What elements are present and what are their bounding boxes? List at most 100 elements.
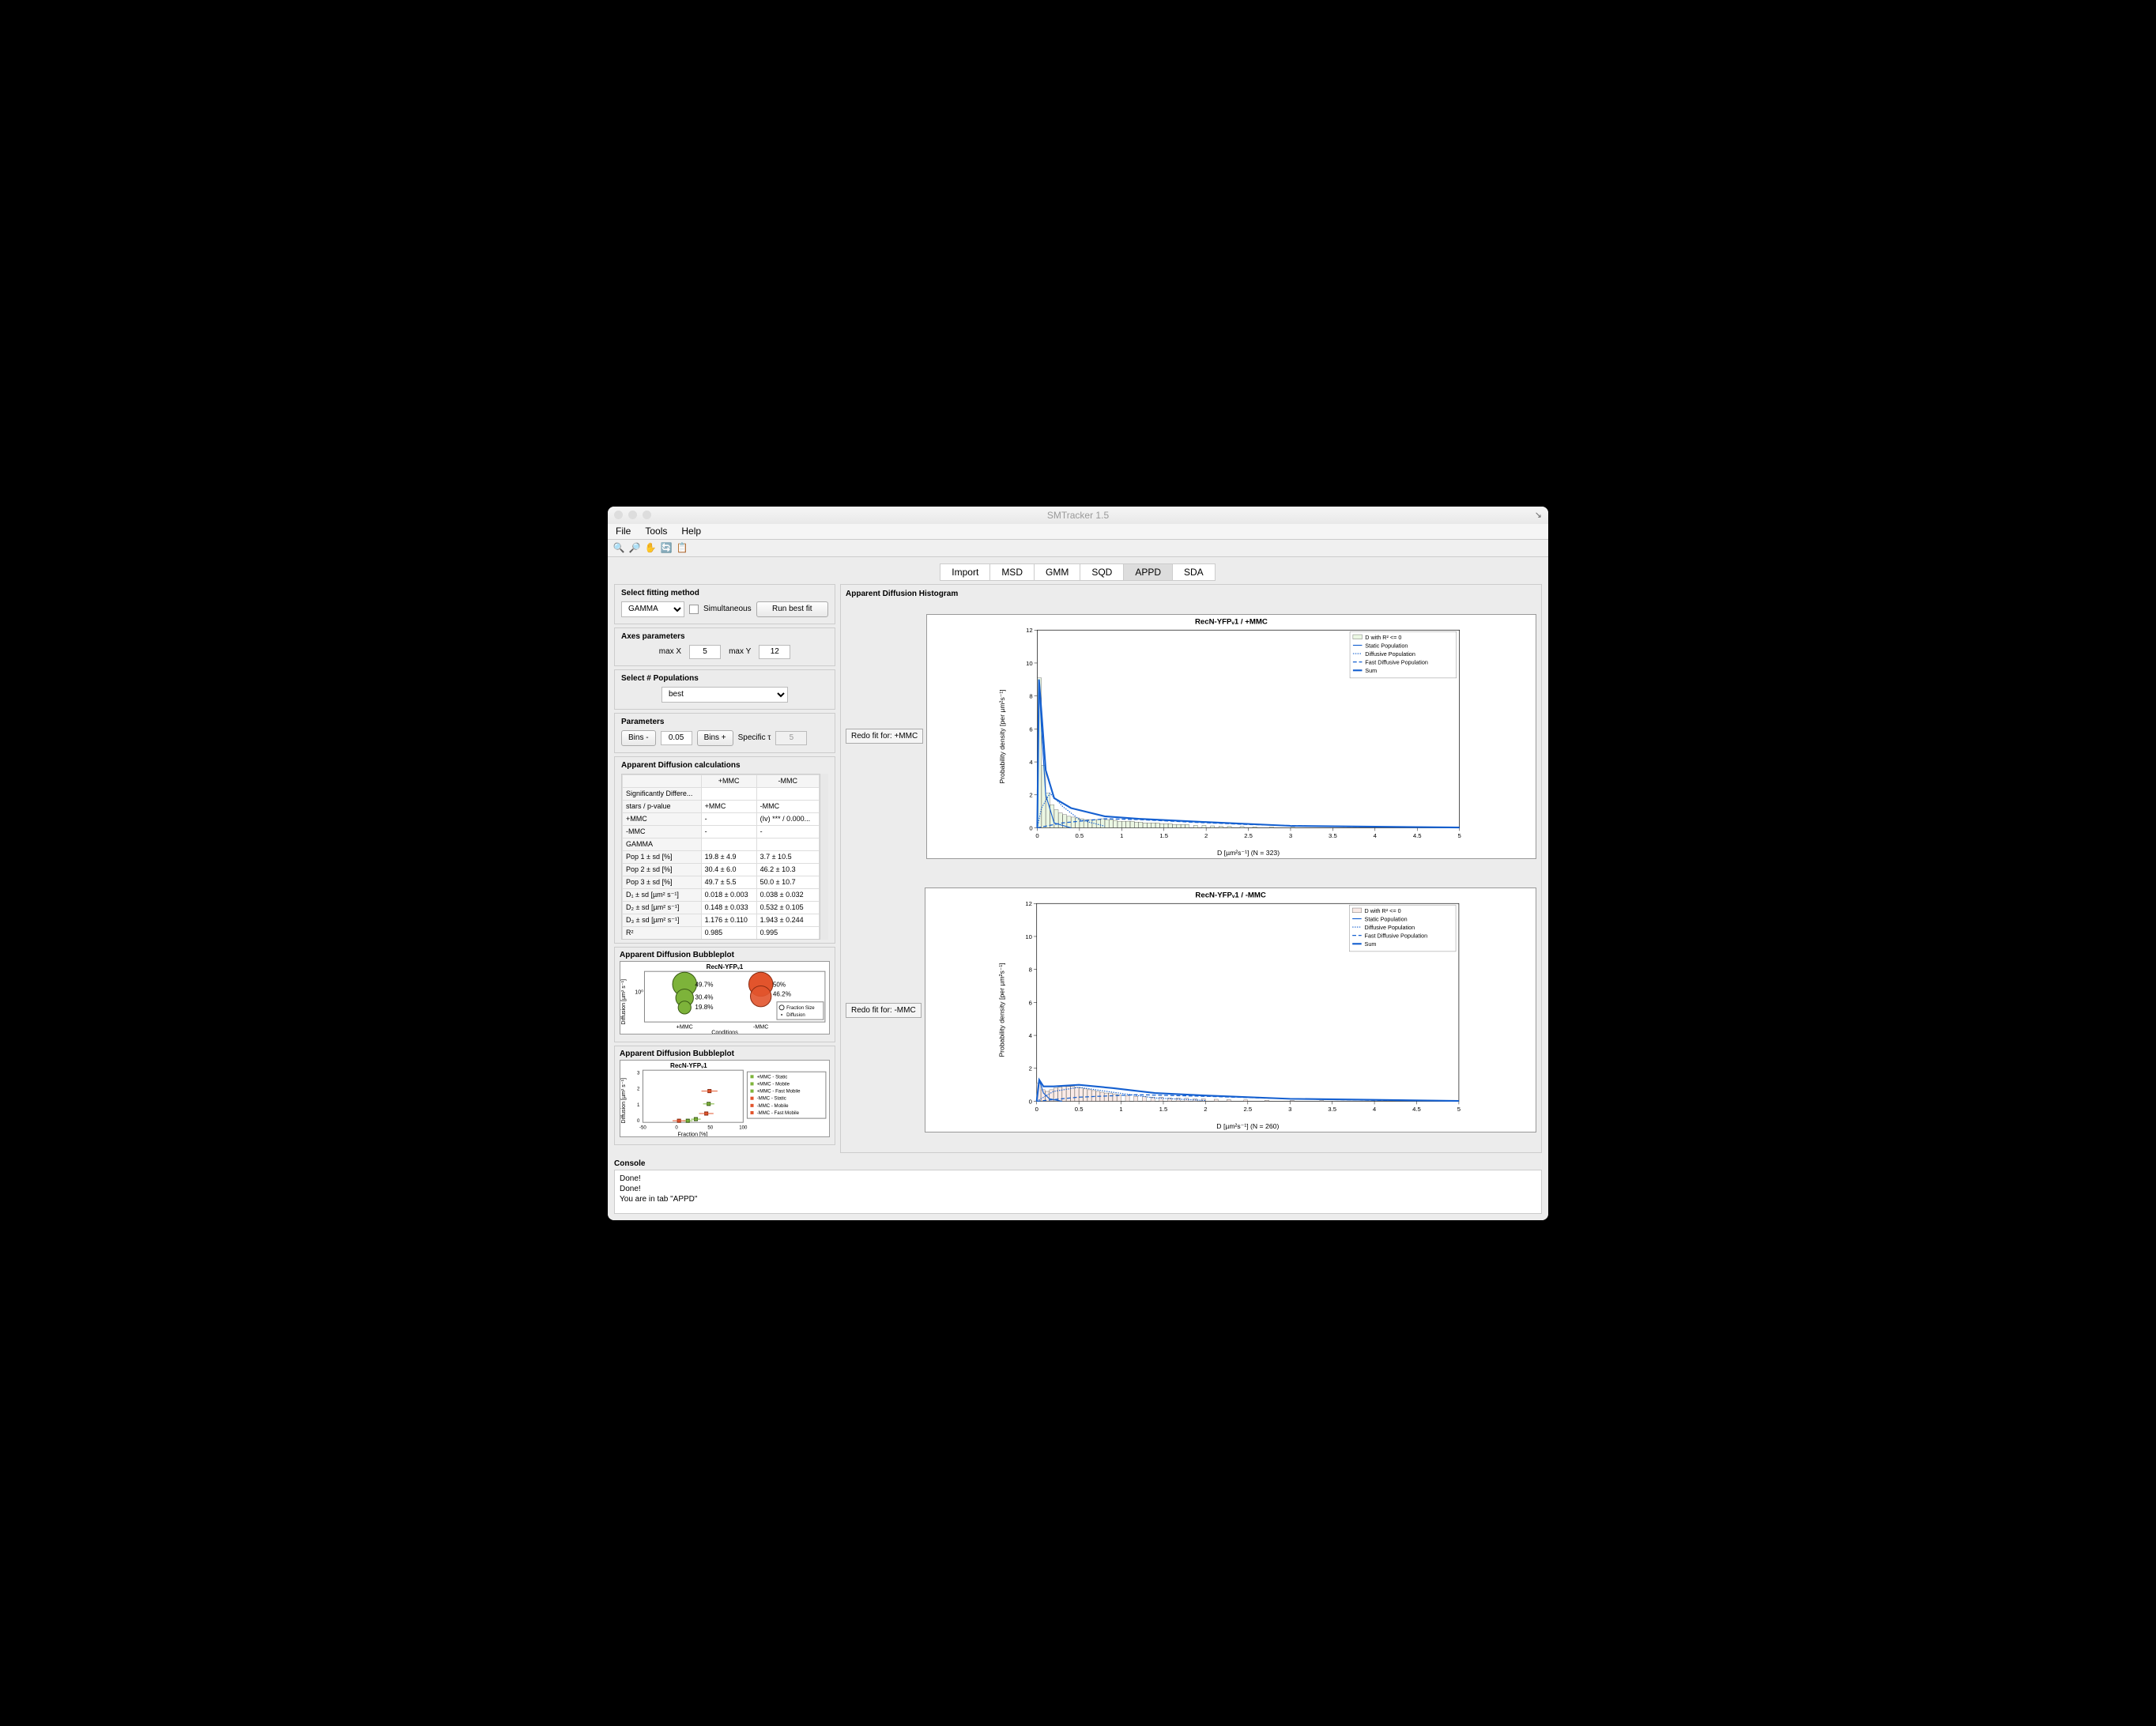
fitting-group: Select fitting method GAMMA Simultaneous… bbox=[614, 584, 835, 624]
datacursor-icon[interactable]: 📋 bbox=[676, 541, 688, 554]
tab-import[interactable]: Import bbox=[940, 563, 990, 581]
svg-text:Static Population: Static Population bbox=[1366, 642, 1408, 649]
svg-text:30.4%: 30.4% bbox=[695, 993, 713, 1001]
svg-text:2: 2 bbox=[637, 1086, 640, 1091]
svg-text:0.5: 0.5 bbox=[1074, 1106, 1083, 1113]
svg-text:RecN-YFPᵥ1 / +MMC: RecN-YFPᵥ1 / +MMC bbox=[1195, 617, 1268, 626]
svg-text:8: 8 bbox=[1030, 692, 1033, 699]
svg-text:Fraction [%]: Fraction [%] bbox=[677, 1131, 707, 1137]
close-icon[interactable] bbox=[614, 511, 623, 519]
svg-text:Diffusion: Diffusion bbox=[786, 1012, 805, 1018]
maximize-icon[interactable] bbox=[643, 511, 651, 519]
svg-text:50%: 50% bbox=[773, 981, 786, 988]
tab-gmm[interactable]: GMM bbox=[1034, 563, 1080, 581]
calc-table-wrap[interactable]: +MMC -MMC Significantly Differe...stars … bbox=[621, 774, 820, 940]
simultaneous-label: Simultaneous bbox=[703, 605, 752, 613]
fitting-method-select[interactable]: GAMMA bbox=[621, 601, 684, 617]
minimize-icon[interactable] bbox=[628, 511, 637, 519]
svg-text:2: 2 bbox=[1204, 1106, 1207, 1113]
populations-select[interactable]: best bbox=[662, 687, 788, 703]
populations-group: Select # Populations best bbox=[614, 669, 835, 710]
hist-title: Apparent Diffusion Histogram bbox=[846, 590, 1536, 598]
menu-file[interactable]: File bbox=[616, 526, 631, 537]
svg-text:-MMC - Static: -MMC - Static bbox=[757, 1096, 786, 1102]
svg-text:+MMC: +MMC bbox=[677, 1023, 693, 1030]
svg-text:4.5: 4.5 bbox=[1413, 832, 1422, 839]
svg-text:1: 1 bbox=[1119, 1106, 1122, 1113]
svg-text:10: 10 bbox=[1026, 660, 1033, 667]
bubble2-title: Apparent Diffusion Bubbleplot bbox=[620, 1050, 830, 1058]
console-output[interactable]: Done! Done! You are in tab "APPD" bbox=[614, 1170, 1542, 1214]
svg-text:D [µm²s⁻¹] (N = 323): D [µm²s⁻¹] (N = 323) bbox=[1217, 849, 1280, 857]
titlebar-toggle-icon[interactable]: ↘ bbox=[1535, 510, 1542, 520]
svg-text:3: 3 bbox=[1289, 832, 1292, 839]
svg-text:Diffusive Population: Diffusive Population bbox=[1364, 924, 1415, 931]
maxy-input[interactable] bbox=[759, 645, 790, 659]
svg-text:0.5: 0.5 bbox=[1076, 832, 1084, 839]
bins-minus-button[interactable]: Bins - bbox=[621, 730, 656, 746]
tab-msd[interactable]: MSD bbox=[989, 563, 1035, 581]
tab-appd[interactable]: APPD bbox=[1123, 563, 1173, 581]
svg-text:RecN-YFPᵥ1 / -MMC: RecN-YFPᵥ1 / -MMC bbox=[1195, 891, 1266, 900]
rotate-icon[interactable]: 🔄 bbox=[660, 541, 673, 554]
redo-fit-1-button[interactable]: Redo fit for: +MMC bbox=[846, 729, 923, 744]
svg-text:+MMC - Mobile: +MMC - Mobile bbox=[757, 1081, 790, 1087]
tau-label: Specific τ bbox=[738, 733, 771, 742]
svg-text:Static Population: Static Population bbox=[1364, 916, 1407, 923]
svg-text:1.5: 1.5 bbox=[1159, 1106, 1167, 1113]
run-best-fit-button[interactable]: Run best fit bbox=[756, 601, 828, 617]
calc-title: Apparent Diffusion calculations bbox=[621, 761, 828, 770]
svg-text:1.5: 1.5 bbox=[1160, 832, 1169, 839]
table-scrollbar[interactable] bbox=[820, 774, 828, 940]
svg-text:10: 10 bbox=[1025, 933, 1032, 940]
bubble-title: Apparent Diffusion Bubbleplot bbox=[620, 951, 830, 959]
bins-plus-button[interactable]: Bins + bbox=[697, 730, 733, 746]
populations-title: Select # Populations bbox=[621, 674, 828, 683]
svg-text:Diffusive Population: Diffusive Population bbox=[1366, 650, 1416, 658]
svg-text:10⁰: 10⁰ bbox=[635, 989, 643, 995]
svg-text:Fast Diffusive Population: Fast Diffusive Population bbox=[1366, 658, 1429, 665]
tab-sqd[interactable]: SQD bbox=[1080, 563, 1124, 581]
svg-text:2.5: 2.5 bbox=[1244, 832, 1253, 839]
zoom-out-icon[interactable]: 🔎 bbox=[628, 541, 641, 554]
window-controls[interactable] bbox=[614, 511, 651, 519]
tab-sda[interactable]: SDA bbox=[1172, 563, 1216, 581]
svg-text:4: 4 bbox=[1030, 759, 1034, 766]
tau-input[interactable] bbox=[775, 731, 807, 745]
maxy-label: max Y bbox=[729, 647, 751, 656]
svg-text:D with R² <= 0: D with R² <= 0 bbox=[1366, 634, 1402, 641]
bubble-plot: RecN-YFPᵥ1 Diffusion [µm² s⁻¹] 10⁰ 49.7%… bbox=[620, 961, 830, 1034]
svg-text:2: 2 bbox=[1204, 832, 1208, 839]
zoom-in-icon[interactable]: 🔍 bbox=[612, 541, 625, 554]
svg-text:0: 0 bbox=[1035, 1106, 1038, 1113]
pan-icon[interactable]: ✋ bbox=[644, 541, 657, 554]
redo-fit-2-button[interactable]: Redo fit for: -MMC bbox=[846, 1003, 922, 1018]
svg-text:4.5: 4.5 bbox=[1412, 1106, 1421, 1113]
parameters-group: Parameters Bins - Bins + Specific τ bbox=[614, 713, 835, 753]
svg-text:2: 2 bbox=[1028, 1065, 1031, 1072]
svg-text:2: 2 bbox=[1030, 791, 1033, 798]
menu-tools[interactable]: Tools bbox=[645, 526, 667, 537]
fitting-title: Select fitting method bbox=[621, 589, 828, 597]
axes-title: Axes parameters bbox=[621, 632, 828, 641]
svg-text:Fraction Size: Fraction Size bbox=[786, 1004, 815, 1010]
console-panel: Console Done! Done! You are in tab "APPD… bbox=[614, 1159, 1542, 1214]
simultaneous-checkbox[interactable] bbox=[689, 605, 699, 614]
bubble-panel: Apparent Diffusion Bubbleplot RecN-YFPᵥ1… bbox=[614, 947, 835, 1042]
svg-text:50: 50 bbox=[707, 1125, 713, 1130]
svg-text:4: 4 bbox=[1373, 1106, 1377, 1113]
svg-text:3.5: 3.5 bbox=[1329, 832, 1337, 839]
bin-value-input[interactable] bbox=[661, 731, 692, 745]
titlebar: SMTracker 1.5 ↘ bbox=[608, 507, 1548, 524]
svg-text:RecN-YFPᵥ1: RecN-YFPᵥ1 bbox=[670, 1062, 707, 1069]
svg-text:Sum: Sum bbox=[1366, 667, 1378, 674]
svg-text:12: 12 bbox=[1025, 900, 1032, 907]
menu-help[interactable]: Help bbox=[681, 526, 701, 537]
svg-text:0: 0 bbox=[1030, 824, 1033, 831]
axes-group: Axes parameters max X max Y bbox=[614, 627, 835, 666]
svg-text:+MMC - Fast Mobile: +MMC - Fast Mobile bbox=[757, 1088, 801, 1094]
svg-text:Probability density [per µm²s⁻: Probability density [per µm²s⁻¹] bbox=[998, 689, 1006, 783]
svg-text:D with R² <= 0: D with R² <= 0 bbox=[1364, 907, 1400, 914]
svg-text:12: 12 bbox=[1026, 627, 1033, 634]
maxx-input[interactable] bbox=[689, 645, 721, 659]
